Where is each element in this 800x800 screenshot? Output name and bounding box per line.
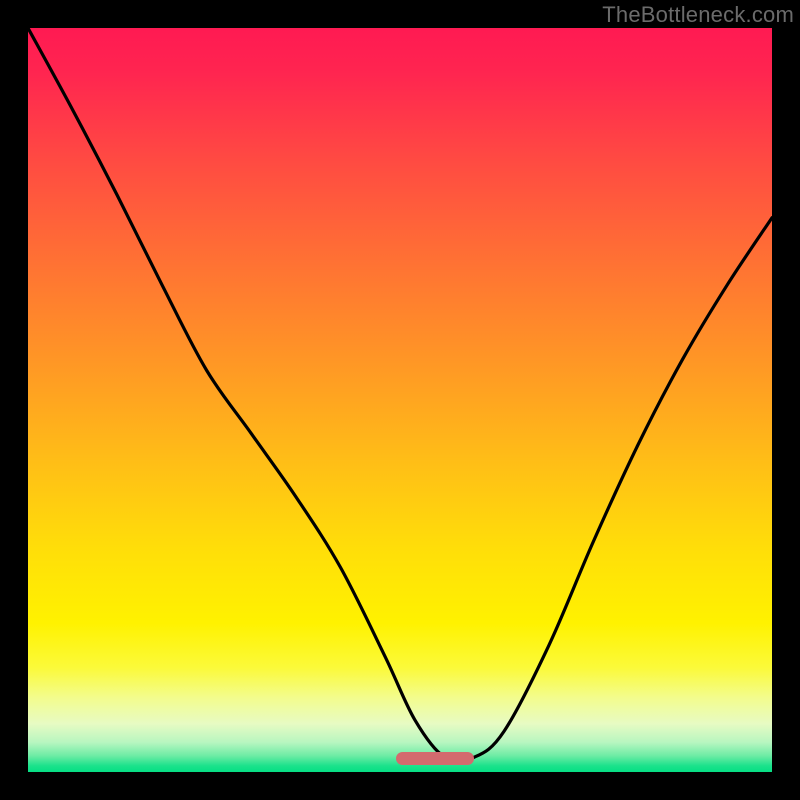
chart-frame: TheBottleneck.com xyxy=(0,0,800,800)
bottleneck-curve xyxy=(28,28,772,772)
optimal-range-marker xyxy=(396,752,473,765)
plot-area xyxy=(28,28,772,772)
watermark-text: TheBottleneck.com xyxy=(602,2,794,28)
